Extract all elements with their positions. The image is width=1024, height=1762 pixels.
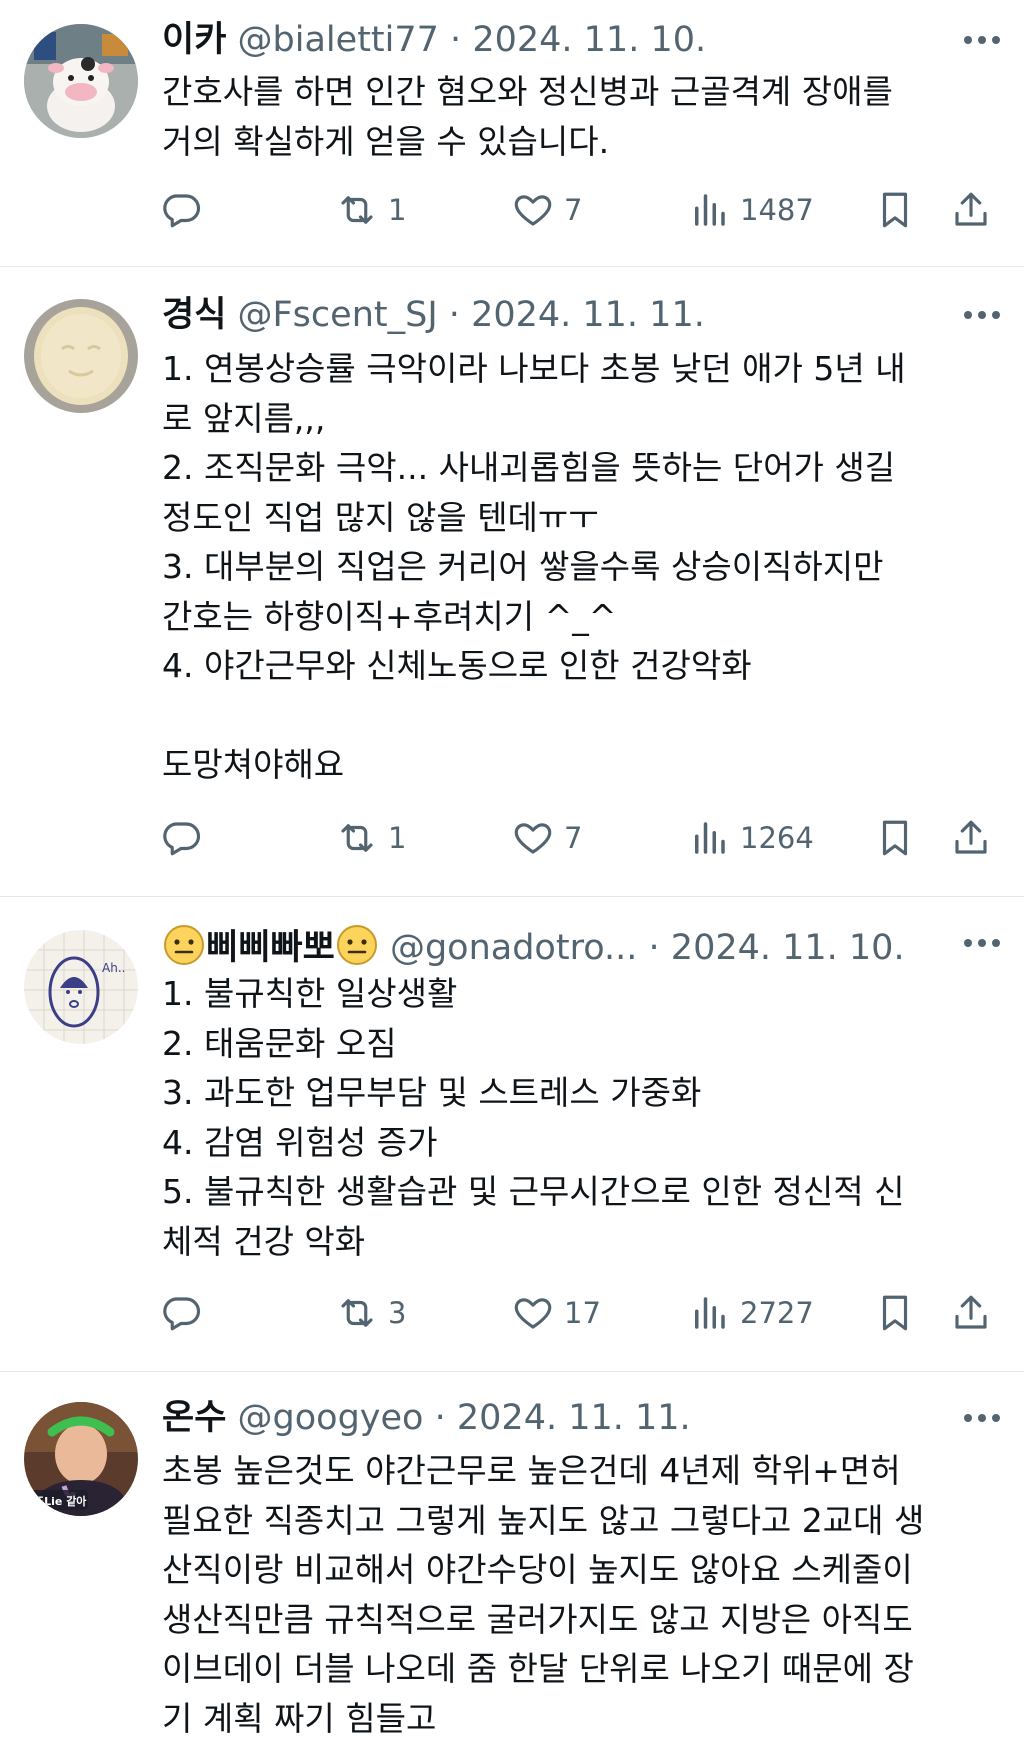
repost-icon <box>341 196 373 224</box>
share-button[interactable] <box>950 1289 992 1337</box>
user-handle[interactable]: @gonadotro... <box>390 928 637 967</box>
share-button[interactable] <box>950 186 992 234</box>
avatar[interactable]: 또Lie 같아 <box>24 1402 138 1516</box>
repost-button[interactable]: 3 <box>336 1289 406 1337</box>
avatar[interactable]: Ah.. <box>24 930 138 1044</box>
heart-icon <box>514 823 552 854</box>
like-button[interactable]: 7 <box>512 186 582 234</box>
separator: · <box>450 20 462 60</box>
repost-count: 3 <box>388 1296 407 1330</box>
reply-button[interactable] <box>160 814 202 862</box>
separator: · <box>448 295 460 335</box>
bookmark-button[interactable] <box>874 814 916 862</box>
heart-icon <box>514 1298 552 1329</box>
action-bar: 1 7 1487 <box>160 186 1010 234</box>
display-name[interactable]: 온수 <box>162 1398 226 1438</box>
like-button[interactable]: 17 <box>512 1289 601 1337</box>
timestamp[interactable]: 2024. 11. 11. <box>457 1398 691 1438</box>
timestamp[interactable]: 2024. 11. 10. <box>472 20 706 60</box>
views-button[interactable]: 2727 <box>688 1289 814 1337</box>
views-button[interactable]: 1264 <box>688 814 814 862</box>
avatar[interactable] <box>24 299 138 413</box>
timestamp[interactable]: 2024. 11. 10. <box>671 928 905 967</box>
more-icon[interactable] <box>960 923 1004 963</box>
views-count: 2727 <box>740 1296 814 1330</box>
views-button[interactable]: 1487 <box>688 186 814 234</box>
reply-button[interactable] <box>160 186 202 234</box>
like-count: 17 <box>564 1296 601 1330</box>
repost-button[interactable]: 1 <box>336 186 406 234</box>
repost-count: 1 <box>388 193 407 227</box>
display-name[interactable]: 이카 <box>162 20 226 60</box>
repost-count: 1 <box>388 821 407 855</box>
heart-icon <box>514 195 552 226</box>
tweet-header: 경식 @Fscent_SJ · 2024. 11. 11. <box>162 295 1004 339</box>
separator: · <box>648 928 660 967</box>
reply-icon <box>163 822 201 856</box>
neutral-face-icon <box>162 923 206 967</box>
more-icon[interactable] <box>960 295 1004 335</box>
reply-icon <box>163 1297 201 1331</box>
tweet-text: 1. 연봉상승률 극악이라 나보다 초봉 낮던 애가 5년 내 로 앞지름,,,… <box>162 349 906 784</box>
views-icon <box>695 194 725 226</box>
share-icon <box>955 192 987 226</box>
repost-icon <box>341 824 373 852</box>
share-icon <box>955 1295 987 1329</box>
avatar[interactable] <box>24 24 138 138</box>
tweet-text: 초봉 높은것도 야간근무로 높은건데 4년제 학위+면허 필요한 직종치고 그렇… <box>162 1451 925 1738</box>
display-name[interactable]: 삐삐빠뽀 <box>206 928 335 967</box>
tweet[interactable]: 경식 @Fscent_SJ · 2024. 11. 11. 1. 연봉상승률 극… <box>0 267 1024 896</box>
tweet-header: 온수 @googyeo · 2024. 11. 11. <box>162 1398 1004 1442</box>
views-icon <box>695 822 725 854</box>
tweet-text: 간호사를 하면 인간 혐오와 정신병과 근골격계 장애를 거의 확실하게 얻을 … <box>162 72 893 161</box>
action-bar: 1 7 1264 <box>160 814 1010 862</box>
timestamp[interactable]: 2024. 11. 11. <box>471 295 705 335</box>
views-count: 1487 <box>740 193 814 227</box>
bookmark-icon <box>882 192 908 228</box>
action-bar: 3 17 2727 <box>160 1289 1010 1337</box>
reply-icon <box>163 194 201 228</box>
views-icon <box>695 1297 725 1329</box>
tweet[interactable]: Ah.. 삐삐빠뽀 @gonadotro... · 2024. 11. 10. … <box>0 897 1024 1371</box>
like-button[interactable]: 7 <box>512 814 582 862</box>
repost-icon <box>341 1299 373 1327</box>
more-icon[interactable] <box>960 20 1004 60</box>
bookmark-button[interactable] <box>874 186 916 234</box>
views-count: 1264 <box>740 821 814 855</box>
tweet-header: 삐삐빠뽀 @gonadotro... · 2024. 11. 10. <box>162 923 1004 967</box>
separator: · <box>434 1398 446 1438</box>
bookmark-button[interactable] <box>874 1289 916 1337</box>
avatar-caption: 또Lie 같아 <box>34 1494 87 1508</box>
like-count: 7 <box>564 821 583 855</box>
user-handle[interactable]: @Fscent_SJ <box>238 295 438 335</box>
reply-button[interactable] <box>160 1289 202 1337</box>
tweet-header: 이카 @bialetti77 · 2024. 11. 10. <box>162 20 1004 64</box>
tweet[interactable]: 또Lie 같아 온수 @googyeo · 2024. 11. 11. 초봉 높… <box>0 1372 1024 1762</box>
repost-button[interactable]: 1 <box>336 814 406 862</box>
bookmark-icon <box>882 820 908 856</box>
share-icon <box>955 820 987 854</box>
user-handle[interactable]: @googyeo <box>238 1398 424 1438</box>
svg-text:Ah..: Ah.. <box>102 961 125 975</box>
more-icon[interactable] <box>960 1398 1004 1438</box>
tweet[interactable]: 이카 @bialetti77 · 2024. 11. 10. 간호사를 하면 인… <box>0 0 1024 266</box>
bookmark-icon <box>882 1295 908 1331</box>
neutral-face-icon <box>335 923 379 967</box>
display-name[interactable]: 경식 <box>162 295 226 335</box>
user-handle[interactable]: @bialetti77 <box>238 20 439 60</box>
share-button[interactable] <box>950 814 992 862</box>
tweet-text: 1. 불규칙한 일상생활 2. 태움문화 오짐 3. 과도한 업무부담 및 스트… <box>162 974 905 1261</box>
like-count: 7 <box>564 193 583 227</box>
